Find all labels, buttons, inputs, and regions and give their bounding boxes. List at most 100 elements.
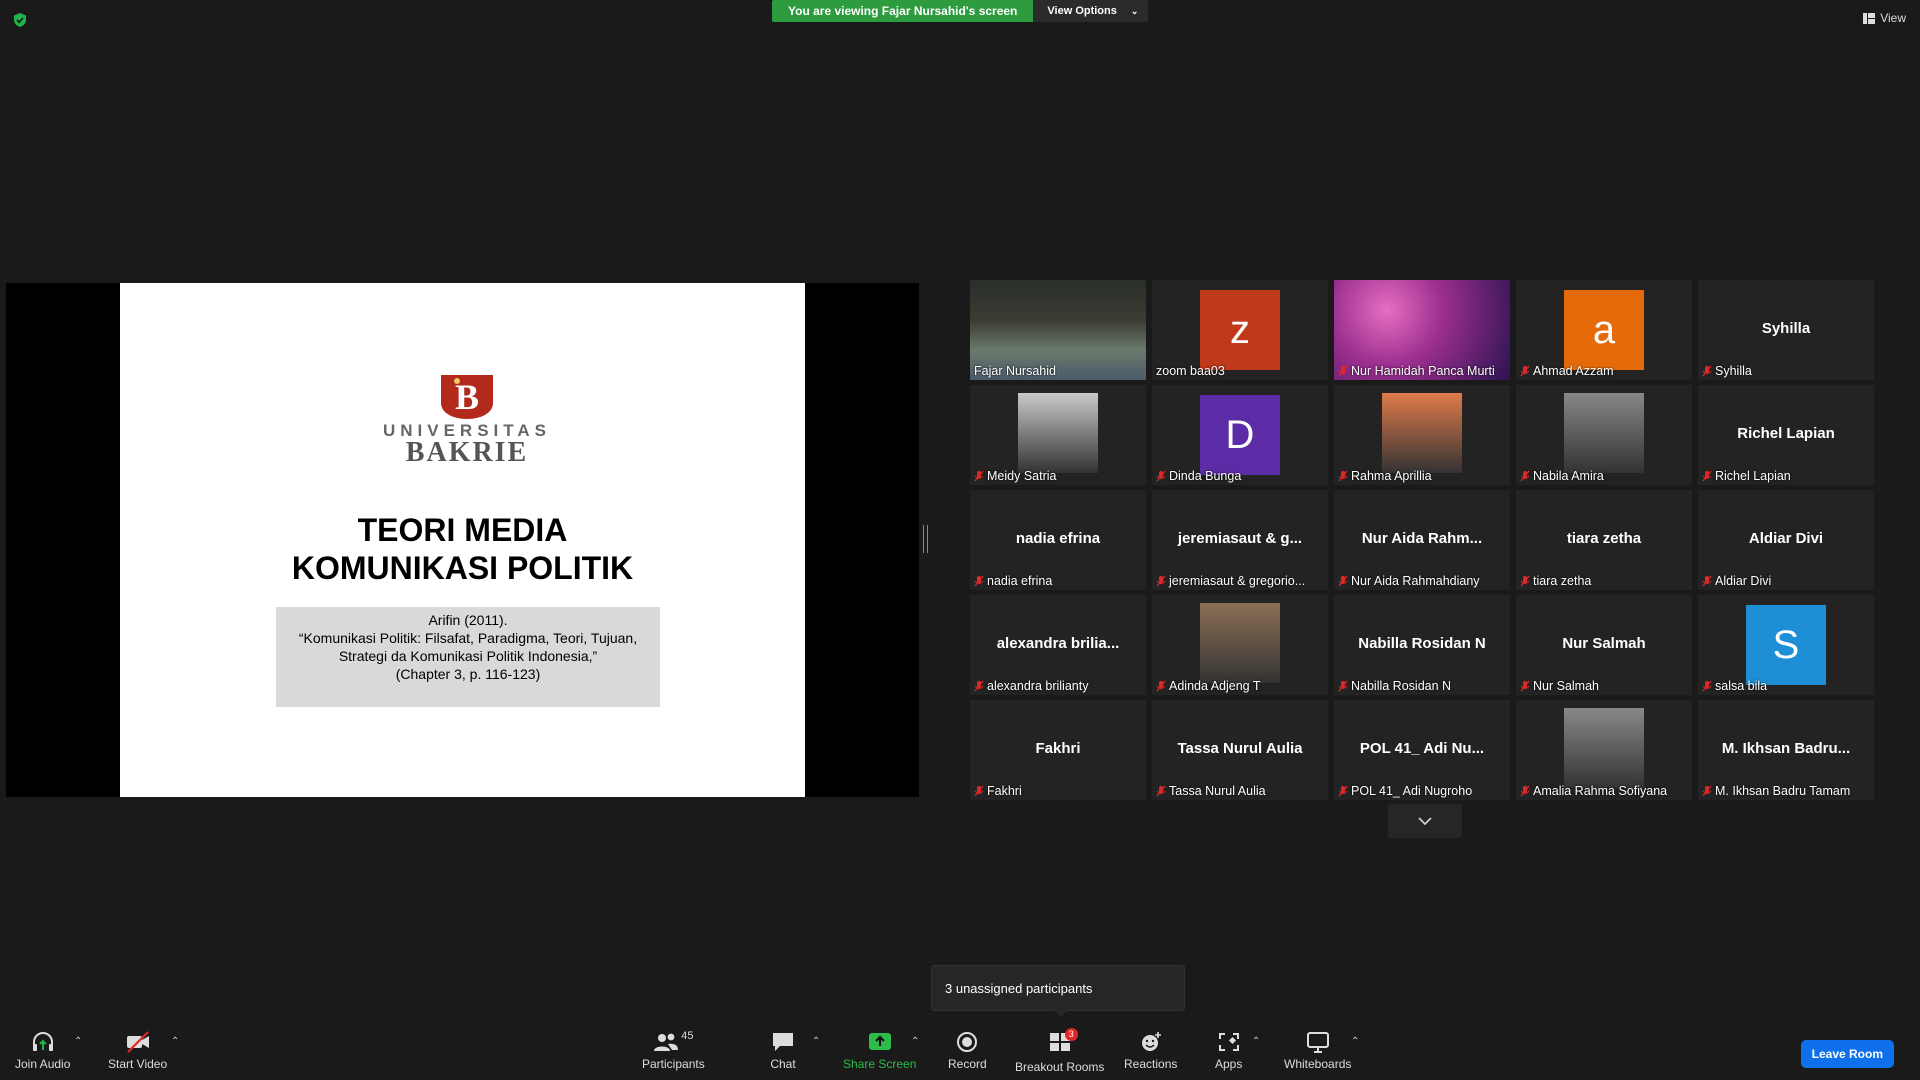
chat-button[interactable]: Chat (770, 1030, 796, 1071)
participant-display-name: Aldiar Divi (1748, 530, 1824, 547)
start-video-label: Start Video (108, 1057, 168, 1071)
participant-name: Fajar Nursahid (974, 364, 1056, 378)
reference-line: “Komunikasi Politik: Filsafat, Paradigma… (298, 630, 638, 646)
participant-name-label: Dinda Bunga (1156, 469, 1241, 483)
participant-tile[interactable]: Aldiar Divi Aldiar Divi (1698, 490, 1874, 590)
participant-tile[interactable]: Nur Aida Rahm... Nur Aida Rahmahdiany (1334, 490, 1510, 590)
slide-title: TEORI MEDIA KOMUNIKASI POLITIK (120, 511, 805, 587)
resize-splitter-handle[interactable] (923, 525, 928, 553)
muted-mic-icon (1520, 680, 1530, 692)
participant-display-name: Richel Lapian (1737, 425, 1835, 442)
audio-options-caret-icon[interactable]: ⌃ (74, 1036, 82, 1047)
participant-name: jeremiasaut & gregorio... (1169, 574, 1306, 588)
participant-tile[interactable]: Richel Lapian Richel Lapian (1698, 385, 1874, 485)
muted-mic-icon (1702, 470, 1712, 482)
participant-tile[interactable]: Fakhri Fakhri (970, 700, 1146, 800)
participant-name-label: Fajar Nursahid (974, 364, 1056, 378)
participant-name: Adinda Adjeng T (1169, 679, 1261, 693)
participant-name: Richel Lapian (1715, 469, 1791, 483)
participant-tile[interactable]: z zoom baa03 (1152, 280, 1328, 380)
security-shield-icon[interactable] (12, 12, 28, 28)
gallery-next-page-button[interactable] (1388, 804, 1462, 838)
participant-tile[interactable]: Nabila Amira (1516, 385, 1692, 485)
participant-avatar: S (1746, 605, 1826, 685)
chat-label: Chat (770, 1057, 796, 1071)
participant-display-name: M. Ikhsan Badru... (1721, 740, 1851, 757)
participant-tile[interactable]: Syhilla Syhilla (1698, 280, 1874, 380)
logo-text-bakrie: BAKRIE (405, 437, 529, 468)
participant-name: Syhilla (1715, 364, 1752, 378)
muted-mic-icon (1702, 680, 1712, 692)
muted-mic-icon (1702, 575, 1712, 587)
chat-options-caret-icon[interactable]: ⌃ (812, 1036, 820, 1047)
participant-tile[interactable]: M. Ikhsan Badru... M. Ikhsan Badru Tamam (1698, 700, 1874, 800)
participant-name-label: Syhilla (1702, 364, 1752, 378)
participant-tile[interactable]: Fajar Nursahid (970, 280, 1146, 380)
participant-tile[interactable]: Rahma Aprillia (1334, 385, 1510, 485)
participants-count: 45 (681, 1030, 694, 1042)
muted-mic-icon (1338, 785, 1348, 797)
share-screen-button[interactable]: Share Screen (843, 1030, 916, 1071)
participant-tile[interactable]: tiara zetha tiara zetha (1516, 490, 1692, 590)
apps-button[interactable]: Apps (1215, 1030, 1242, 1071)
participant-name: POL 41_ Adi Nugroho (1351, 784, 1473, 798)
participant-tile[interactable]: nadia efrina nadia efrina (970, 490, 1146, 590)
participant-display-name: alexandra brilia... (996, 635, 1120, 652)
participant-tile[interactable]: Amalia Rahma Sofiyana (1516, 700, 1692, 800)
participant-tile[interactable]: Nur Salmah Nur Salmah (1516, 595, 1692, 695)
participant-tile[interactable]: POL 41_ Adi Nu... POL 41_ Adi Nugroho (1334, 700, 1510, 800)
participant-tile[interactable]: jeremiasaut & g... jeremiasaut & gregorio… (1152, 490, 1328, 590)
participant-tile[interactable]: Ssalsa bila (1698, 595, 1874, 695)
shared-screen[interactable]: B UNIVERSITAS BAKRIE TEORI MEDIA KOMUNIK… (6, 283, 919, 797)
muted-mic-icon (1520, 365, 1530, 377)
participant-display-name: Nur Aida Rahm... (1361, 530, 1483, 547)
participant-name-label: POL 41_ Adi Nugroho (1338, 784, 1472, 798)
participant-name-label: Nur Salmah (1520, 679, 1599, 693)
breakout-rooms-badge: 3 (1064, 1028, 1078, 1041)
start-video-button[interactable]: Start Video (108, 1030, 167, 1071)
whiteboards-options-caret-icon[interactable]: ⌃ (1351, 1036, 1359, 1047)
slide-reference-box: Arifin (2011). “Komunikasi Politik: Fils… (276, 607, 660, 707)
whiteboards-button[interactable]: Whiteboards (1284, 1030, 1351, 1071)
participant-display-name: tiara zetha (1566, 530, 1642, 547)
reactions-button[interactable]: Reactions (1124, 1030, 1177, 1071)
video-options-caret-icon[interactable]: ⌃ (171, 1036, 179, 1047)
unassigned-participants-tooltip[interactable]: 3 unassigned participants (931, 965, 1185, 1011)
participant-tile[interactable]: Meidy Satria (970, 385, 1146, 485)
participant-tile[interactable]: Nabilla Rosidan N Nabilla Rosidan N (1334, 595, 1510, 695)
participant-tile[interactable]: a Ahmad Azzam (1516, 280, 1692, 380)
apps-label: Apps (1215, 1057, 1243, 1071)
muted-mic-icon (1520, 575, 1530, 587)
view-layout-button[interactable]: View (1863, 11, 1906, 25)
join-audio-button[interactable]: Join Audio (15, 1030, 70, 1071)
muted-mic-icon (974, 575, 984, 587)
participant-tile[interactable]: Adinda Adjeng T (1152, 595, 1328, 695)
participant-tile[interactable]: Nur Hamidah Panca Murti (1334, 280, 1510, 380)
leave-room-button[interactable]: Leave Room (1800, 1040, 1894, 1068)
participant-avatar: D (1200, 395, 1280, 475)
participant-display-name: Fakhri (1035, 740, 1081, 757)
participant-display-name: Syhilla (1761, 320, 1811, 337)
participant-profile-photo (1564, 708, 1644, 788)
share-options-caret-icon[interactable]: ⌃ (911, 1036, 919, 1047)
reactions-label: Reactions (1124, 1057, 1178, 1071)
participant-name: Meidy Satria (987, 469, 1057, 483)
share-screen-label: Share Screen (843, 1057, 917, 1071)
view-options-button[interactable]: View Options ⌄ (1033, 0, 1149, 22)
participant-name: alexandra brilianty (987, 679, 1089, 693)
breakout-rooms-button[interactable]: 3 Breakout Rooms (1015, 1028, 1104, 1074)
participants-label: Participants (642, 1057, 705, 1071)
participant-tile[interactable]: alexandra brilia... alexandra brilianty (970, 595, 1146, 695)
muted-mic-icon (1520, 470, 1530, 482)
participant-tile[interactable]: D Dinda Bunga (1152, 385, 1328, 485)
participant-name: Tassa Nurul Aulia (1169, 784, 1266, 798)
participants-button[interactable]: 45 Participants (642, 1030, 705, 1071)
apps-options-caret-icon[interactable]: ⌃ (1252, 1036, 1260, 1047)
record-button[interactable]: Record (948, 1030, 987, 1071)
reactions-icon (1141, 1032, 1161, 1051)
reference-line: Arifin (2011). (428, 612, 508, 628)
participant-tile[interactable]: Tassa Nurul Aulia Tassa Nurul Aulia (1152, 700, 1328, 800)
participant-name-label: M. Ikhsan Badru Tamam (1702, 784, 1850, 798)
participant-display-name: Nur Salmah (1562, 635, 1646, 652)
viewing-banner: You are viewing Fajar Nursahid's screen … (772, 0, 1149, 22)
